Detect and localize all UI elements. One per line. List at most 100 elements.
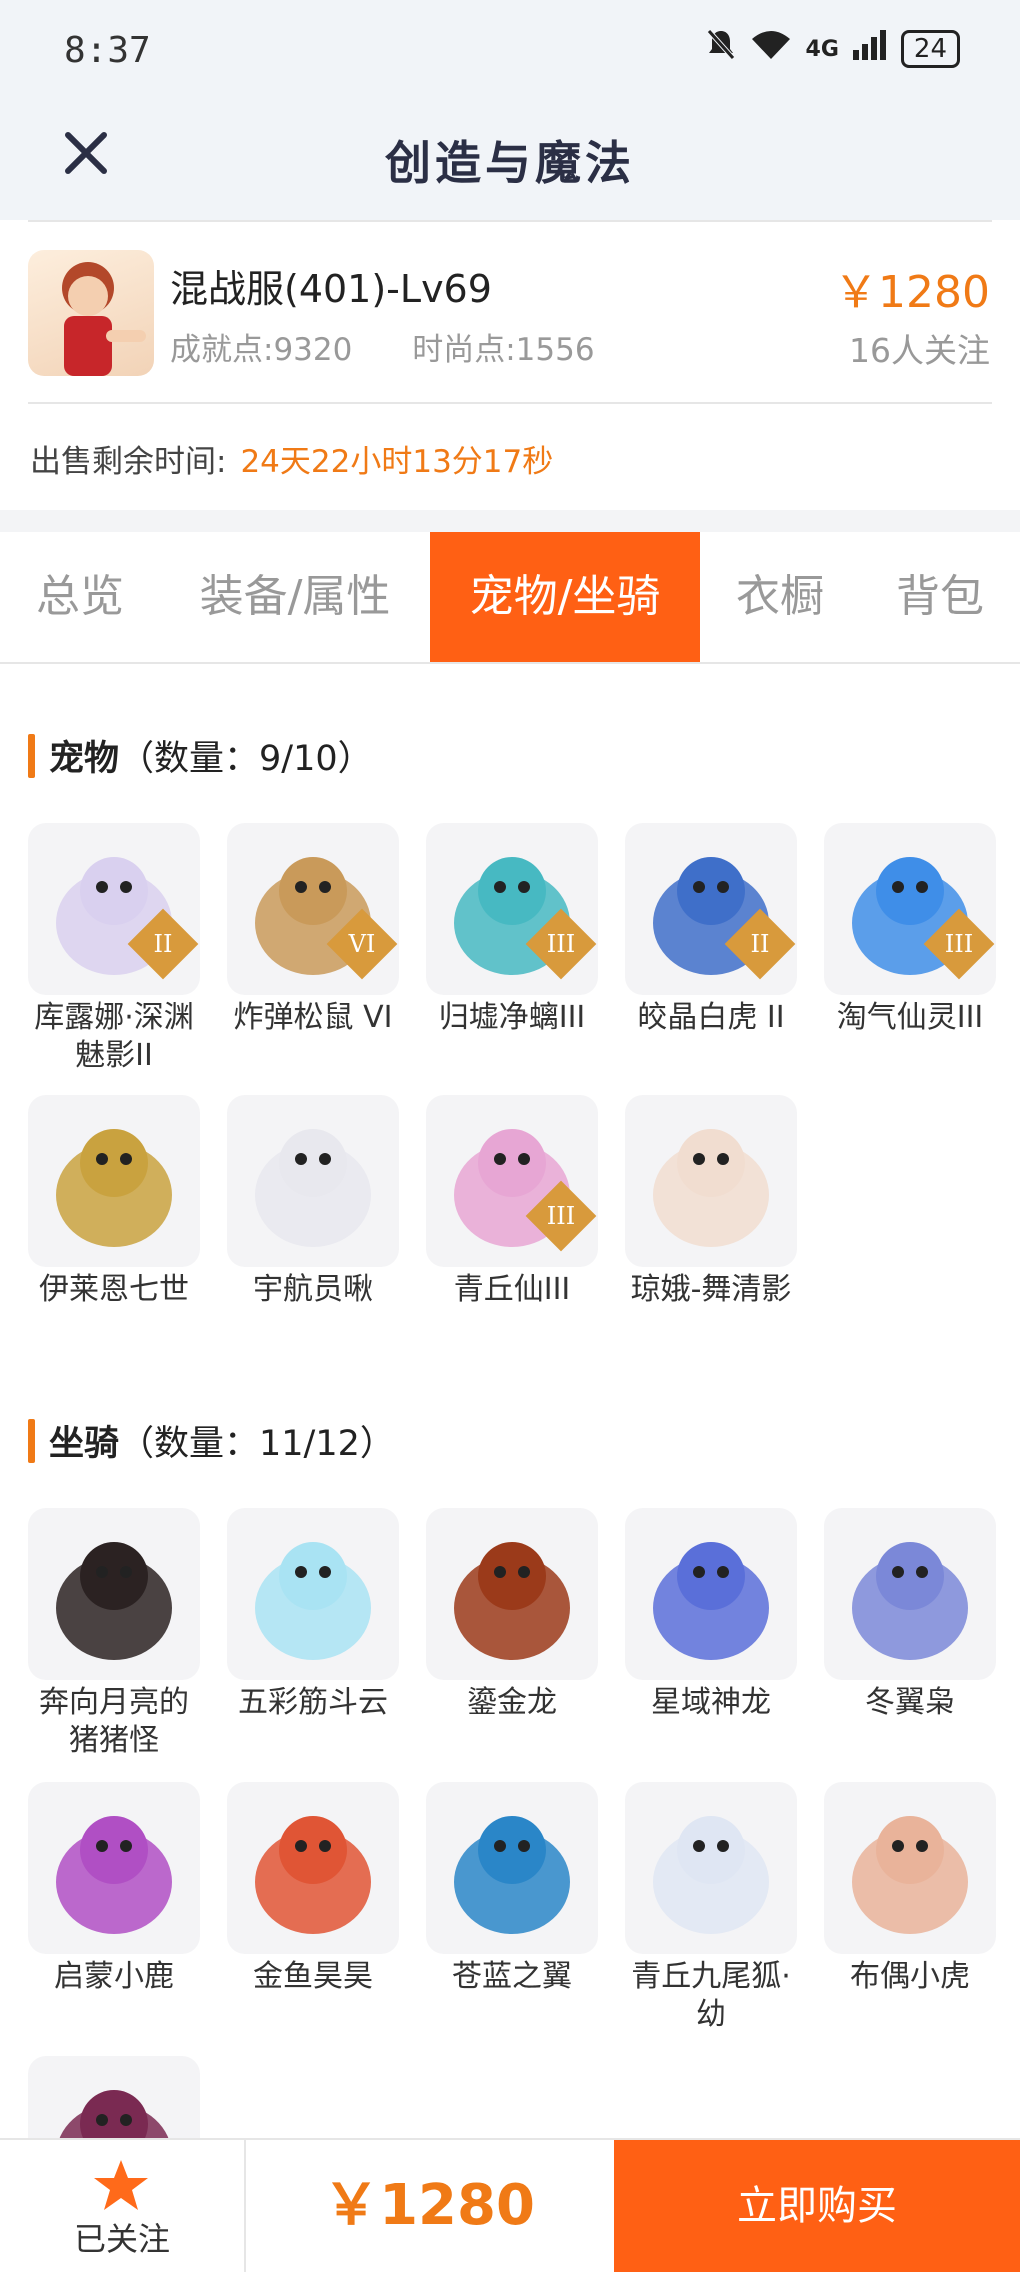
character-avatar bbox=[28, 250, 154, 376]
mounts-count: （数量：11/12） bbox=[119, 1424, 395, 1464]
mount-item[interactable]: 苍蓝之翼 bbox=[426, 1782, 598, 1996]
tab-pets-mounts[interactable]: 宠物/坐骑 bbox=[430, 532, 700, 662]
grade-badge-text: II bbox=[153, 930, 173, 958]
mount-goldfish-icon bbox=[227, 1782, 399, 1954]
mount-owl-icon bbox=[824, 1508, 996, 1680]
mount-item[interactable]: 鎏金龙 bbox=[426, 1508, 598, 1722]
section-gap bbox=[0, 510, 1020, 532]
mount-item[interactable]: 启蒙小鹿 bbox=[28, 1782, 200, 1996]
status-time: 8:37 bbox=[64, 30, 151, 71]
pet-dancer-icon bbox=[625, 1095, 797, 1267]
watch-label: 已关注 bbox=[73, 2220, 170, 2258]
pet-fox-fairy-icon: III bbox=[426, 1095, 598, 1267]
pet-item[interactable]: VI 炸弹松鼠 VI bbox=[227, 823, 399, 1037]
pet-item[interactable]: III 青丘仙III bbox=[426, 1095, 598, 1309]
status-bar: 8:37 4G 24 bbox=[0, 0, 1020, 105]
divider bbox=[28, 220, 992, 222]
item-label: 宇航员啾 bbox=[253, 1272, 373, 1307]
item-label: 冬翼枭 bbox=[865, 1685, 955, 1720]
status-icons: 4G 24 bbox=[706, 28, 960, 70]
mount-item[interactable]: 星域神龙 bbox=[625, 1508, 797, 1722]
listing-price: ￥1280 bbox=[834, 267, 990, 318]
grade-badge-text: II bbox=[750, 930, 770, 958]
remaining-time-label: 出售剩余时间: bbox=[30, 444, 227, 480]
item-label: 奔向月亮的猪猪怪 bbox=[39, 1685, 189, 1758]
pet-bomb-squirrel-icon: VI bbox=[227, 823, 399, 995]
pet-item[interactable]: II 库露娜·深渊魅影II bbox=[28, 823, 200, 1075]
mount-item[interactable]: 冬翼枭 bbox=[824, 1508, 996, 1722]
mount-item[interactable]: 奔向月亮的猪猪怪 bbox=[28, 1508, 200, 1760]
pet-queen-icon bbox=[28, 1095, 200, 1267]
mount-deer-icon bbox=[28, 1782, 200, 1954]
star-icon bbox=[94, 2160, 148, 2210]
watcher-count: 16人关注 bbox=[849, 331, 990, 370]
pet-dragon-cyan-icon: III bbox=[426, 823, 598, 995]
server-name: 混战服(401)-Lv69 bbox=[170, 267, 492, 311]
mount-item[interactable]: 金鱼昊昊 bbox=[227, 1782, 399, 1996]
section-marker bbox=[28, 733, 35, 778]
item-label: 皎晶白虎 II bbox=[637, 1000, 785, 1035]
page-title: 创造与魔法 bbox=[385, 136, 635, 190]
grade-badge-text: III bbox=[546, 1202, 576, 1230]
tab-overview[interactable]: 总览 bbox=[0, 532, 160, 662]
bottom-bar: 已关注 ￥1280 立即购买 bbox=[0, 2138, 1020, 2272]
pets-title: 宠物 bbox=[49, 739, 120, 779]
remaining-time-value: 24天22小时13分17秒 bbox=[240, 444, 554, 480]
mount-toy-tiger-icon bbox=[824, 1782, 996, 1954]
tab-bar: 总览 装备/属性 宠物/坐骑 衣橱 背包 bbox=[0, 532, 1020, 664]
item-label: 鎏金龙 bbox=[467, 1685, 557, 1720]
item-label: 青丘九尾狐·幼 bbox=[631, 1959, 791, 2032]
signal-label: 4G bbox=[805, 36, 839, 62]
pet-item[interactable]: III 归墟净螭III bbox=[426, 823, 598, 1037]
pet-item[interactable]: 琼娥-舞清影 bbox=[625, 1095, 797, 1309]
pets-count: （数量：9/10） bbox=[119, 739, 373, 779]
item-label: 青丘仙III bbox=[453, 1272, 571, 1307]
tab-wardrobe[interactable]: 衣橱 bbox=[710, 532, 850, 662]
grade-badge-text: III bbox=[944, 930, 974, 958]
achievement-points: 成就点:9320 bbox=[170, 332, 353, 368]
mounts-section-title: 坐骑（数量：11/12） bbox=[28, 1415, 395, 1466]
fashion-points: 时尚点:1556 bbox=[412, 332, 595, 368]
mount-cloud-icon bbox=[227, 1508, 399, 1680]
divider bbox=[28, 402, 992, 404]
item-label: 金鱼昊昊 bbox=[253, 1959, 373, 1994]
item-label: 苍蓝之翼 bbox=[452, 1959, 572, 1994]
listing-card: 混战服(401)-Lv69 成就点:9320 时尚点:1556 ￥1280 16… bbox=[0, 220, 1020, 510]
item-label: 五彩筋斗云 bbox=[238, 1685, 388, 1720]
mount-gold-dragon-icon bbox=[426, 1508, 598, 1680]
item-label: 布偶小虎 bbox=[850, 1959, 970, 1994]
battery-icon: 24 bbox=[900, 30, 960, 68]
mount-nine-tail-fox-icon bbox=[625, 1782, 797, 1954]
pet-item[interactable]: II 皎晶白虎 II bbox=[625, 823, 797, 1037]
mount-item[interactable]: 五彩筋斗云 bbox=[227, 1508, 399, 1722]
buy-now-button[interactable]: 立即购买 bbox=[614, 2140, 1020, 2272]
tab-equipment[interactable]: 装备/属性 bbox=[170, 532, 420, 662]
item-label: 淘气仙灵III bbox=[836, 1000, 984, 1035]
remaining-time: 出售剩余时间: 24天22小时13分17秒 bbox=[30, 436, 553, 481]
pet-kuluna-icon: II bbox=[28, 823, 200, 995]
pet-white-tiger-icon: II bbox=[625, 823, 797, 995]
item-label: 启蒙小鹿 bbox=[54, 1959, 174, 1994]
bottom-price: ￥1280 bbox=[323, 2173, 535, 2238]
mount-item[interactable]: 布偶小虎 bbox=[824, 1782, 996, 1996]
section-marker bbox=[28, 1418, 35, 1463]
item-label: 炸弹松鼠 VI bbox=[233, 1000, 393, 1035]
pet-item[interactable]: 伊莱恩七世 bbox=[28, 1095, 200, 1309]
item-label: 琼娥-舞清影 bbox=[630, 1272, 792, 1307]
mount-star-dragon-icon bbox=[625, 1508, 797, 1680]
grade-badge-text: VI bbox=[348, 930, 376, 958]
item-label: 伊莱恩七世 bbox=[39, 1272, 189, 1307]
pet-blue-dog-icon: III bbox=[824, 823, 996, 995]
tab-backpack[interactable]: 背包 bbox=[870, 532, 1010, 662]
mount-pig-icon bbox=[28, 1508, 200, 1680]
item-label: 星域神龙 bbox=[651, 1685, 771, 1720]
mute-icon bbox=[706, 28, 736, 70]
mount-item[interactable]: 青丘九尾狐·幼 bbox=[625, 1782, 797, 2034]
pet-item[interactable]: III 淘气仙灵III bbox=[824, 823, 996, 1037]
watch-button[interactable]: 已关注 bbox=[0, 2140, 246, 2272]
pet-item[interactable]: 宇航员啾 bbox=[227, 1095, 399, 1309]
points-row: 成就点:9320 时尚点:1556 bbox=[170, 324, 645, 369]
nav-bar: 创造与魔法 bbox=[0, 105, 1020, 220]
signal-icon bbox=[852, 30, 887, 68]
item-label: 归墟净螭III bbox=[438, 1000, 586, 1035]
